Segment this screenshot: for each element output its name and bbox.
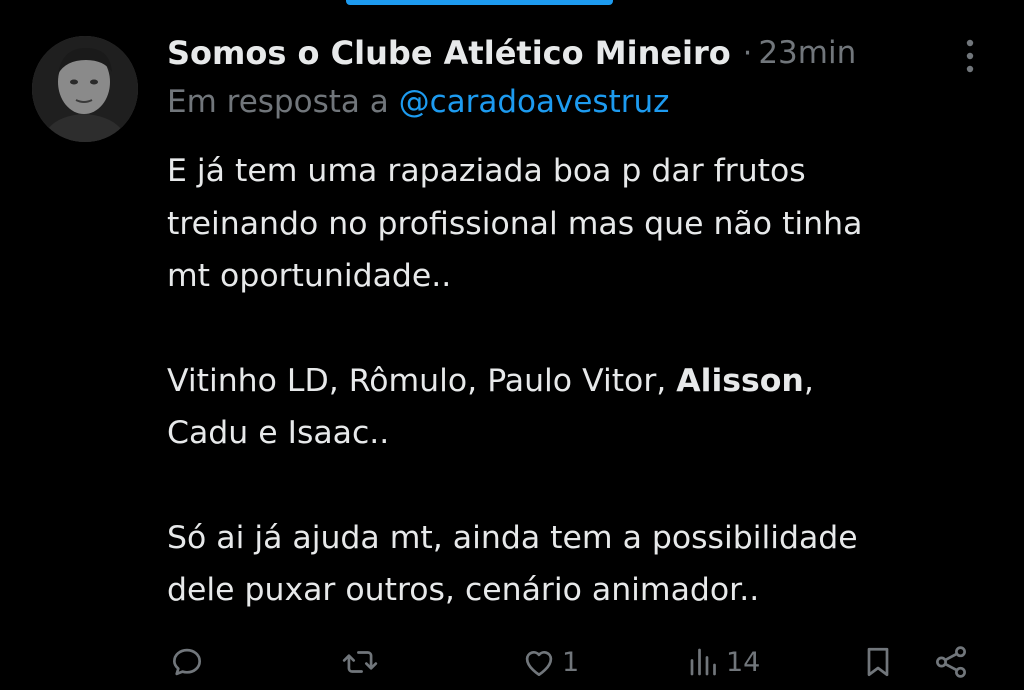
body-line: mt oportunidade.. xyxy=(167,258,452,294)
views-button[interactable]: 14 xyxy=(686,640,760,684)
share-button[interactable] xyxy=(932,640,970,684)
repost-icon xyxy=(342,651,378,673)
body-line: Vitinho LD, Rômulo, Paulo Vitor, Alisson… xyxy=(167,355,987,408)
post-body: E já tem uma rapaziada boa p dar frutos … xyxy=(167,145,987,617)
body-line: E já tem uma rapaziada boa p dar frutos xyxy=(167,153,806,189)
avatar-image xyxy=(32,36,138,142)
heart-icon xyxy=(525,651,553,677)
views-count: 14 xyxy=(726,646,761,678)
body-text-segment: , xyxy=(803,362,814,399)
body-line: dele puxar outros, cenário animador.. xyxy=(167,572,760,608)
reply-button[interactable] xyxy=(168,640,206,684)
reply-prefix: Em resposta a xyxy=(167,84,389,120)
repost-button[interactable] xyxy=(340,640,380,684)
like-count: 1 xyxy=(562,646,580,678)
bookmark-button[interactable] xyxy=(860,640,896,684)
bold-name: Alisson xyxy=(676,362,804,399)
more-options-icon[interactable] xyxy=(954,36,986,76)
avatar[interactable] xyxy=(32,36,138,142)
top-indicator-bar xyxy=(346,0,613,5)
reply-icon xyxy=(172,648,202,676)
views-icon xyxy=(690,648,716,676)
like-button[interactable]: 1 xyxy=(520,640,579,684)
reply-handle-link[interactable]: @caradoavestruz xyxy=(399,84,670,120)
reply-context: Em resposta a @caradoavestruz xyxy=(167,84,669,120)
post-header: Somos o Clube Atlético Mineiro · 23min xyxy=(167,30,954,76)
header-separator: · xyxy=(742,35,753,71)
body-line: Só ai já ajuda mt, ainda tem a possibili… xyxy=(167,519,858,556)
body-line: treinando no profissional mas que não ti… xyxy=(167,205,863,242)
body-text-segment: Vitinho LD, Rômulo, Paulo Vitor, xyxy=(167,362,677,399)
bookmark-icon xyxy=(867,647,889,677)
author-name[interactable]: Somos o Clube Atlético Mineiro xyxy=(167,34,731,72)
timestamp[interactable]: 23min xyxy=(758,35,856,71)
body-line: Cadu e Isaac.. xyxy=(167,415,390,451)
share-icon xyxy=(936,646,966,678)
